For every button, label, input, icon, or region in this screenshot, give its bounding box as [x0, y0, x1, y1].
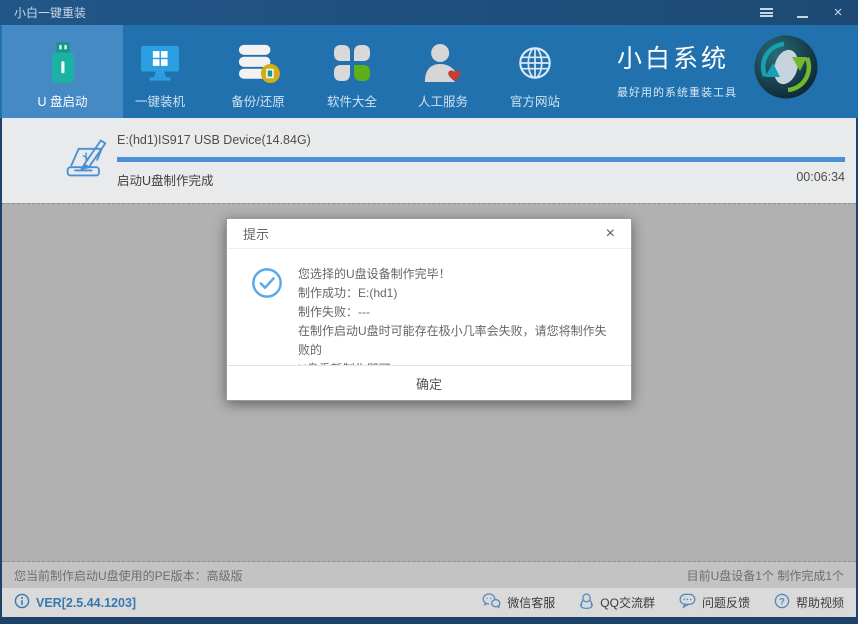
footer-bar: VER[2.5.44.1203] 微信客服	[2, 588, 856, 617]
minimize-icon[interactable]	[794, 4, 810, 22]
help-video-link[interactable]: ? 帮助视频	[774, 593, 844, 613]
sync-sphere-logo-icon	[753, 34, 819, 100]
feedback-link[interactable]: 问题反馈	[679, 593, 750, 613]
wechat-icon	[482, 593, 501, 612]
title-bar: 小白一键重装 ×	[0, 0, 858, 25]
check-circle-icon	[251, 267, 283, 379]
version-button[interactable]: VER[2.5.44.1203]	[14, 593, 136, 612]
dialog-message-line: 您选择的U盘设备制作完毕！	[298, 265, 617, 284]
window-title: 小白一键重装	[14, 4, 86, 21]
nav-label: 备份/还原	[231, 91, 284, 110]
backup-restore-icon	[236, 38, 280, 88]
link-label: 问题反馈	[702, 594, 750, 611]
qq-icon	[579, 593, 594, 613]
nav-tab-official-site[interactable]: 官方网站	[485, 25, 585, 118]
nav-tab-software[interactable]: 软件大全	[302, 25, 402, 118]
brand-subtitle: 最好用的系统重装工具	[617, 84, 737, 100]
usb-progress-panel: E:(hd1)IS917 USB Device(14.84G) 启动U盘制作完成…	[2, 118, 856, 203]
close-icon[interactable]: ×	[830, 4, 846, 22]
nav-label: 软件大全	[327, 91, 377, 110]
software-clover-icon	[332, 38, 372, 88]
nav-label: 人工服务	[418, 91, 468, 110]
nav-tab-human-service[interactable]: 人工服务	[393, 25, 493, 118]
device-count-text: 目前U盘设备1个 制作完成1个	[687, 567, 844, 584]
globe-icon	[516, 38, 554, 88]
device-name: E:(hd1)IS917 USB Device(14.84G)	[117, 133, 311, 147]
nav-label: 官方网站	[510, 91, 560, 110]
dialog-close-icon[interactable]: ×	[606, 226, 615, 242]
feedback-icon	[679, 593, 696, 612]
wechat-support-link[interactable]: 微信客服	[482, 593, 555, 613]
dialog-header: 提示 ×	[227, 219, 631, 249]
qq-group-link[interactable]: QQ交流群	[579, 593, 655, 613]
nav-tab-usb-boot[interactable]: U 盘启动	[2, 25, 123, 118]
app-window: 小白一键重装 × U 盘启动	[0, 0, 858, 624]
dialog-body: 您选择的U盘设备制作完毕！ 制作成功：E:(hd1) 制作失败：--- 在制作启…	[227, 249, 631, 379]
drive-write-icon	[64, 134, 110, 187]
menu-icon[interactable]	[758, 4, 774, 22]
progress-status: 启动U盘制作完成	[117, 170, 214, 189]
dialog-title: 提示	[243, 224, 269, 243]
usb-drive-icon	[46, 38, 80, 88]
dialog-message-line: 制作失败：---	[298, 303, 617, 322]
dialog-message-line: 在制作启动U盘时可能存在极小几率会失败，请您将制作失败的	[298, 322, 617, 360]
status-bar: 您当前制作启动U盘使用的PE版本：高级版 目前U盘设备1个 制作完成1个	[2, 562, 856, 588]
link-label: 微信客服	[507, 594, 555, 611]
version-text: VER[2.5.44.1203]	[36, 596, 136, 610]
ok-button[interactable]: 确定	[227, 365, 631, 400]
elapsed-time: 00:06:34	[796, 170, 845, 184]
nav-tab-one-key-install[interactable]: 一键装机	[110, 25, 210, 118]
info-icon	[14, 593, 30, 612]
pe-version-text: 您当前制作启动U盘使用的PE版本：高级版	[14, 567, 243, 584]
monitor-windows-icon	[138, 38, 182, 88]
brand-block: 小白系统 最好用的系统重装工具	[617, 39, 737, 100]
link-label: QQ交流群	[600, 594, 655, 611]
dialog-message-line: 制作成功：E:(hd1)	[298, 284, 617, 303]
person-heart-icon	[423, 38, 463, 88]
result-dialog: 提示 × 您选择的U盘设备制作完毕！ 制作成功：E:(hd1) 制作失败：---…	[226, 218, 632, 401]
svg-text:?: ?	[779, 596, 785, 607]
link-label: 帮助视频	[796, 594, 844, 611]
brand-title: 小白系统	[617, 39, 737, 75]
nav-tab-backup-restore[interactable]: 备份/还原	[208, 25, 308, 118]
dimmed-overlay: 提示 × 您选择的U盘设备制作完毕！ 制作成功：E:(hd1) 制作失败：---…	[2, 203, 856, 562]
progress-bar	[117, 157, 845, 162]
nav-label: U 盘启动	[37, 91, 87, 110]
nav-label: 一键装机	[135, 91, 185, 110]
nav-bar: U 盘启动 一键装机	[0, 25, 858, 118]
help-video-icon: ?	[774, 593, 790, 612]
